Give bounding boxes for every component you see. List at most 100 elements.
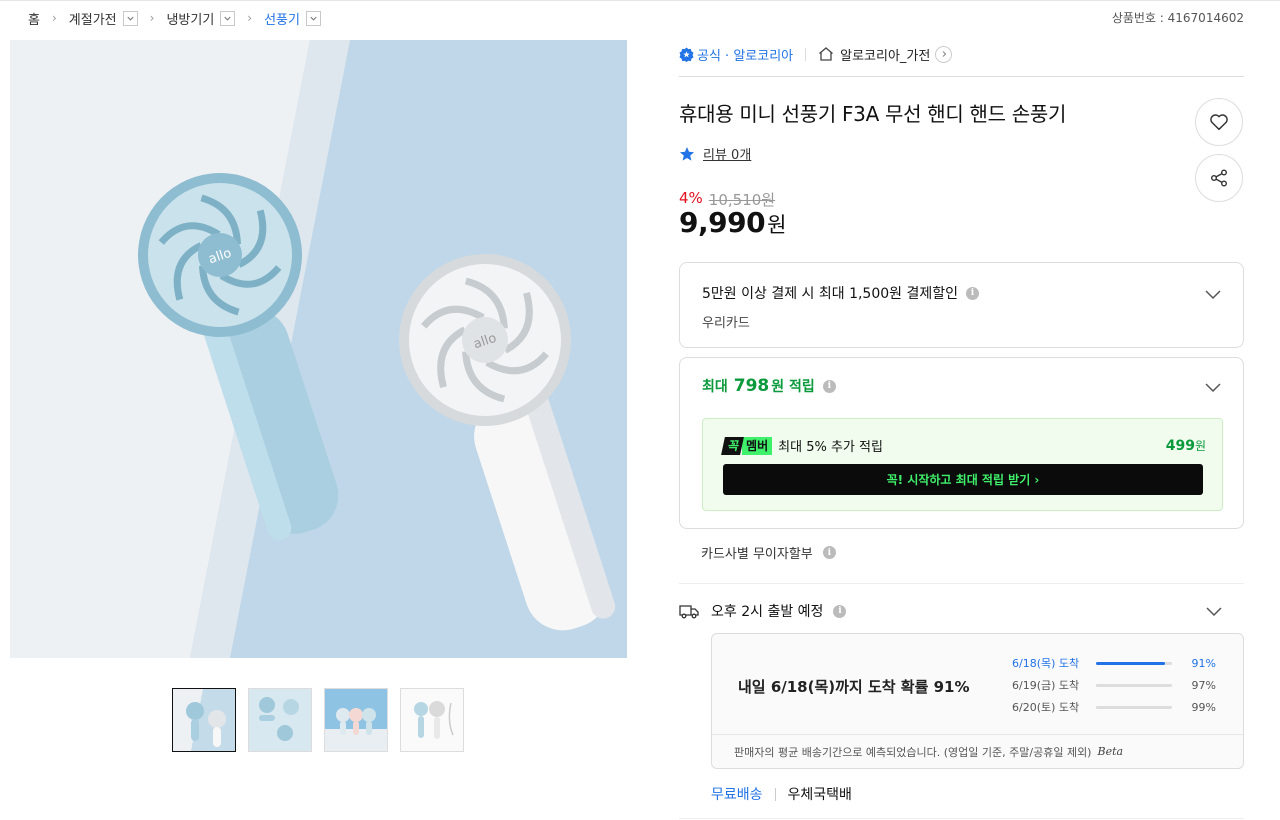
member-points-unit: 원 — [1194, 439, 1206, 453]
wishlist-button[interactable] — [1195, 98, 1243, 146]
installment-row: 카드사별 무이자할부 i — [701, 543, 836, 562]
breadcrumb-label[interactable]: 선풍기 — [264, 9, 300, 28]
delivery-note: 판매자의 평균 배송기간으로 예측되었습니다. (영업일 기준, 주말/공휴일 … — [712, 734, 1243, 768]
info-icon[interactable]: i — [966, 286, 980, 300]
breadcrumb-separator-icon: › — [149, 11, 155, 25]
thumbnail-3[interactable] — [324, 688, 388, 752]
top-border — [0, 0, 1280, 1]
arrow-right-icon[interactable] — [935, 45, 953, 63]
shipping-type-row: 무료배송 우체국택배 — [711, 784, 852, 804]
delivery-probability-bar — [1096, 661, 1172, 665]
delivery-probability-fill — [1096, 705, 1172, 709]
sale-price: 9,990 원 — [679, 206, 786, 239]
delivery-probability-fill — [1096, 661, 1166, 665]
store-link[interactable]: 알로코리아_가전 — [818, 45, 953, 64]
product-number: 상품번호 : 4167014602 — [1111, 11, 1244, 25]
points-box: 최대 798 원 적립 i 꼭 멤버 최대 5% 추가 적립 499원 꼭! 시… — [679, 357, 1244, 529]
official-badge-icon — [679, 46, 694, 62]
info-icon[interactable]: i — [822, 379, 836, 393]
chevron-down-icon[interactable] — [1203, 377, 1223, 397]
delivery-day-label: 6/18(목) 도착 — [1012, 657, 1080, 670]
breadcrumb-separator-icon: › — [51, 11, 57, 25]
chevron-down-icon[interactable] — [305, 10, 321, 26]
delivery-note-text: 판매자의 평균 배송기간으로 예측되었습니다. (영업일 기준, 주말/공휴일 … — [734, 745, 1092, 759]
sale-price-unit: 원 — [767, 213, 787, 237]
delivery-probability-value: 91% — [1191, 656, 1216, 670]
breadcrumb-category-1[interactable]: 계절가전 — [69, 9, 138, 28]
chevron-down-icon[interactable] — [1203, 284, 1223, 304]
seller-row: 공식 · 알로코리아 알로코리아_가전 — [679, 40, 1244, 68]
official-store-link[interactable]: 공식 · 알로코리아 — [679, 45, 793, 64]
official-label[interactable]: 공식 · 알로코리아 — [697, 45, 793, 64]
thumbnail-2[interactable] — [248, 688, 312, 752]
divider — [805, 47, 807, 61]
chevron-down-icon[interactable] — [220, 10, 236, 26]
info-icon[interactable]: i — [822, 546, 836, 559]
delivery-probability-bar — [1096, 705, 1172, 709]
divider — [679, 76, 1244, 77]
share-icon — [1211, 169, 1227, 187]
store-icon — [819, 47, 834, 61]
truck-icon — [679, 605, 699, 619]
breadcrumb-label[interactable]: 냉방기기 — [166, 9, 214, 28]
member-points: 499원 — [1166, 437, 1206, 454]
share-button[interactable] — [1195, 154, 1243, 202]
product-title: 휴대용 미니 선풍기 F3A 무선 핸디 핸드 손풍기 — [679, 102, 1067, 126]
points-suffix: 원 적립 — [771, 379, 815, 395]
product-photo: allo allo — [10, 40, 627, 658]
divider — [774, 787, 776, 801]
points-title: 최대 798 원 적립 i — [702, 376, 836, 396]
chevron-down-icon[interactable] — [1204, 601, 1224, 621]
breadcrumb: 홈 › 계절가전 › 냉방기기 › 선풍기 — [28, 8, 321, 28]
member-benefit-row: 꼭 멤버 최대 5% 추가 적립 499원 — [721, 436, 1206, 455]
divider — [679, 818, 1244, 819]
member-badge-left: 꼭 — [721, 436, 744, 455]
delivery-probability-fill — [1096, 683, 1170, 687]
member-badge-right: 멤버 — [742, 436, 773, 455]
delivery-day-row: 6/20(토) 도착 99% — [1012, 696, 1227, 718]
delivery-day-label: 6/19(금) 도착 — [1012, 679, 1080, 692]
member-benefit-text: 최대 5% 추가 적립 — [778, 440, 883, 455]
delivery-probability-value: 97% — [1191, 678, 1216, 692]
card-discount-title: 5만원 이상 결제 시 최대 1,500원 결제할인 — [702, 286, 959, 302]
product-main-image[interactable]: allo allo — [10, 40, 627, 658]
info-icon[interactable]: i — [833, 604, 847, 618]
breadcrumb-label[interactable]: 계절가전 — [69, 9, 117, 28]
points-amount: 798 — [733, 376, 770, 396]
sale-price-value: 9,990 — [679, 206, 766, 239]
thumbnail-4[interactable] — [400, 688, 464, 752]
delivery-day-row: 6/19(금) 도착 97% — [1012, 674, 1227, 696]
member-badge: 꼭 멤버 — [721, 436, 773, 455]
member-points-value: 499 — [1165, 438, 1195, 454]
card-discount-box[interactable]: 5만원 이상 결제 시 최대 1,500원 결제할인 i 우리카드 — [679, 262, 1244, 348]
installment-label: 카드사별 무이자할부 — [701, 547, 813, 562]
shipping-departure-row[interactable]: 오후 2시 출발 예정 i — [679, 600, 1244, 622]
product-info-panel: 공식 · 알로코리아 알로코리아_가전 휴대용 미니 선풍기 F3A 무선 핸디… — [679, 40, 1244, 819]
delivery-probability-value: 99% — [1191, 700, 1216, 714]
breadcrumb-category-3[interactable]: 선풍기 — [264, 9, 321, 28]
shipping-departure: 오후 2시 출발 예정 — [711, 604, 824, 620]
divider — [679, 583, 1244, 584]
review-summary: 리뷰 0개 — [679, 144, 751, 163]
delivery-summary: 내일 6/18(목)까지 도착 확률 91% — [738, 678, 970, 696]
breadcrumb-home[interactable]: 홈 — [28, 9, 40, 28]
store-name[interactable]: 알로코리아_가전 — [840, 45, 930, 64]
card-discount-title-row: 5만원 이상 결제 시 최대 1,500원 결제할인 i — [702, 283, 980, 303]
breadcrumb-label[interactable]: 홈 — [28, 9, 40, 28]
free-shipping-label: 무료배송 — [711, 787, 763, 803]
thumbnail-strip — [172, 688, 464, 752]
delivery-distribution: 6/18(목) 도착 91% 6/19(금) 도착 97% 6/20(토) 도착… — [1012, 652, 1227, 718]
member-join-button[interactable]: 꼭! 시작하고 최대 적립 받기 › — [723, 464, 1203, 495]
delivery-day-label: 6/20(토) 도착 — [1012, 701, 1080, 714]
beta-label: Beta — [1097, 745, 1124, 758]
thumbnail-1[interactable] — [172, 688, 236, 752]
member-benefit-box: 꼭 멤버 최대 5% 추가 적립 499원 꼭! 시작하고 최대 적립 받기 › — [702, 418, 1223, 511]
review-link[interactable]: 리뷰 0개 — [703, 144, 751, 163]
breadcrumb-separator-icon: › — [247, 11, 253, 25]
star-icon — [680, 146, 694, 161]
heart-icon — [1210, 114, 1228, 131]
delivery-probability-bar — [1096, 683, 1172, 687]
chevron-down-icon[interactable] — [122, 10, 138, 26]
breadcrumb-category-2[interactable]: 냉방기기 — [166, 9, 236, 28]
delivery-day-row: 6/18(목) 도착 91% — [1012, 652, 1227, 674]
